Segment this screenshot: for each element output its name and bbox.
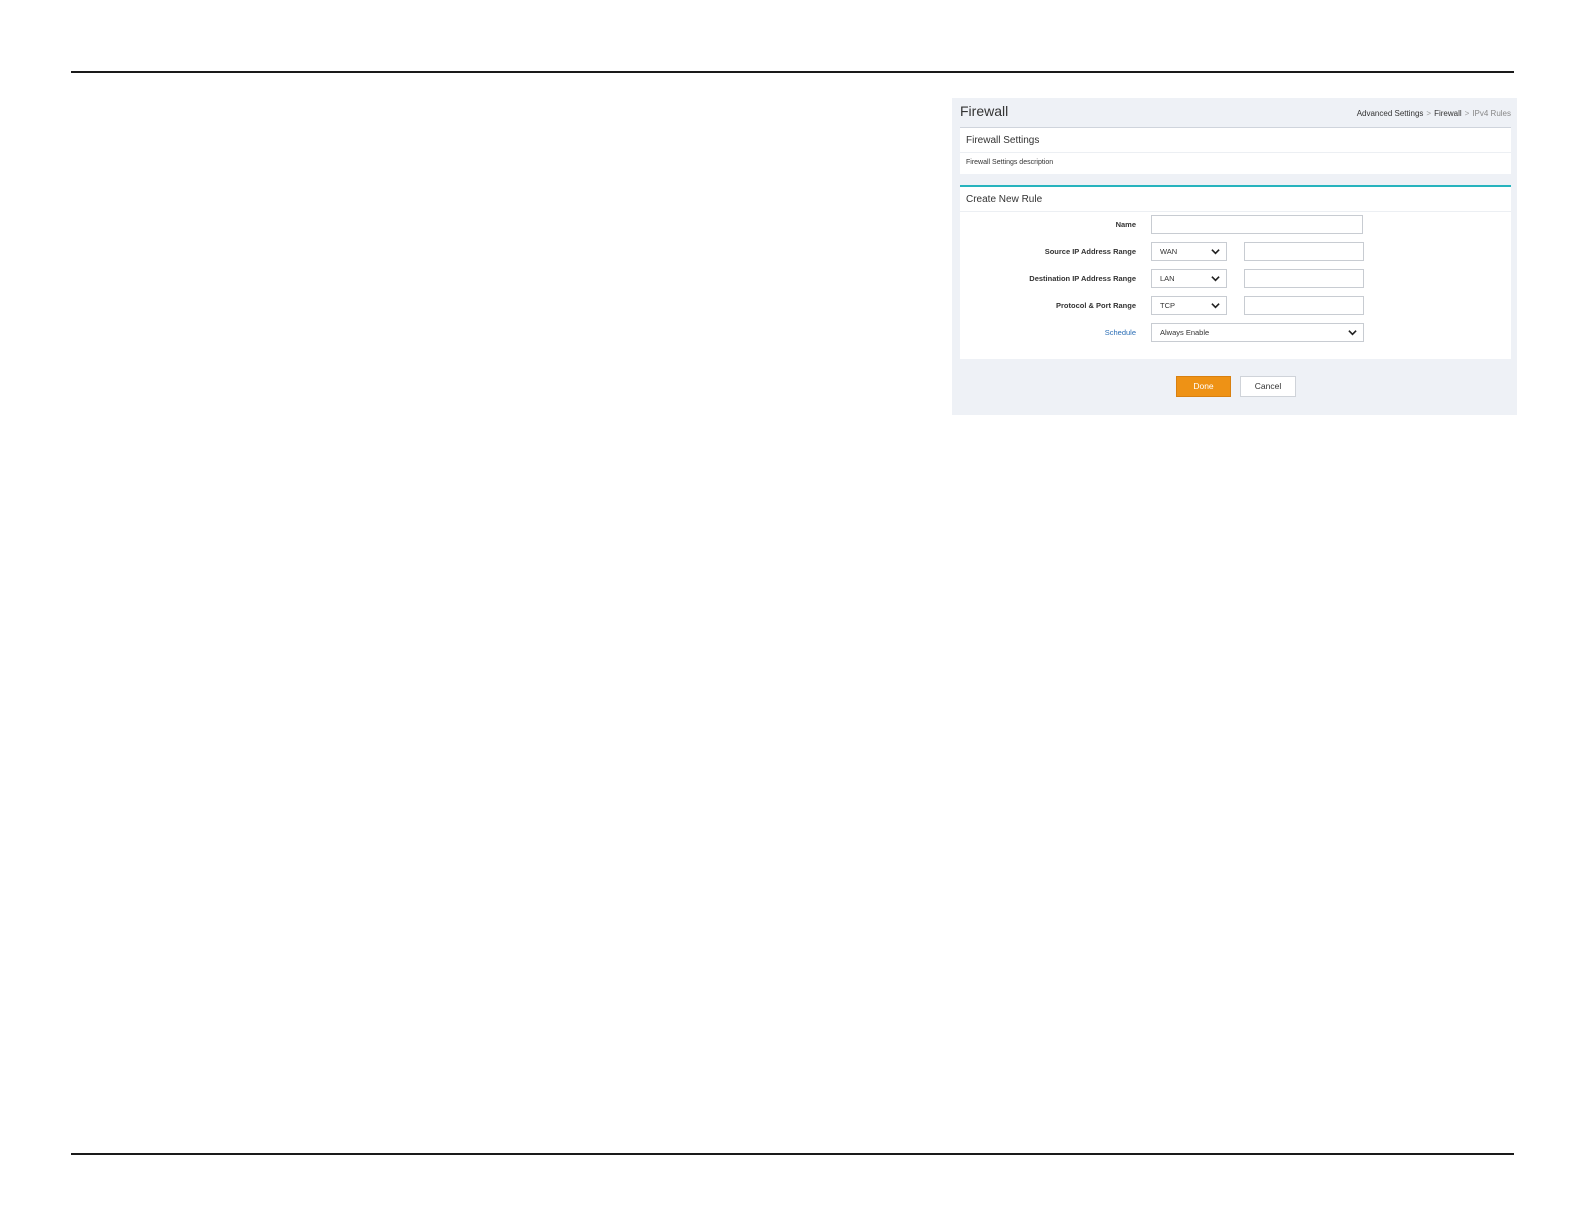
panel-header: Firewall Advanced Settings > Firewall > IPv4… <box>952 98 1517 128</box>
breadcrumb-advanced-settings[interactable]: Advanced Settings <box>1357 109 1424 118</box>
schedule-row: Schedule Always Enable <box>960 323 1511 343</box>
port-range-input[interactable] <box>1244 296 1364 315</box>
breadcrumb-separator: > <box>1426 109 1432 118</box>
destination-ip-row: Destination IP Address Range LAN <box>960 269 1511 289</box>
chevron-down-icon <box>1211 303 1220 309</box>
page-top-rule <box>71 71 1514 73</box>
protocol-select[interactable]: TCP <box>1151 296 1227 315</box>
schedule-select-value: Always Enable <box>1160 328 1210 337</box>
name-label: Name <box>1115 220 1136 229</box>
source-ip-row: Source IP Address Range WAN <box>960 242 1511 262</box>
chevron-down-icon <box>1211 276 1220 282</box>
protocol-label: Protocol & Port Range <box>1055 301 1136 310</box>
schedule-select[interactable]: Always Enable <box>1151 323 1364 342</box>
breadcrumb-separator: > <box>1464 109 1470 118</box>
destination-ip-range-input[interactable] <box>1244 269 1364 288</box>
page-title: Firewall <box>960 103 1009 119</box>
create-rule-heading: Create New Rule <box>960 187 1511 212</box>
protocol-select-value: TCP <box>1160 301 1175 310</box>
firewall-panel: Firewall Advanced Settings > Firewall > IPv4… <box>952 98 1517 415</box>
breadcrumb-firewall[interactable]: Firewall <box>1434 109 1462 118</box>
done-button[interactable]: Done <box>1176 376 1231 397</box>
schedule-link[interactable]: Schedule <box>1105 328 1136 337</box>
source-ip-range-input[interactable] <box>1244 242 1364 261</box>
page-bottom-rule <box>71 1153 1514 1155</box>
destination-ip-select[interactable]: LAN <box>1151 269 1227 288</box>
firewall-settings-description: Firewall Settings description <box>966 159 1054 166</box>
name-row: Name <box>960 215 1511 235</box>
create-rule-card: Create New Rule Name Source IP Address R… <box>960 185 1511 359</box>
breadcrumb-ipv4-rules: IPv4 Rules <box>1472 109 1511 118</box>
protocol-row: Protocol & Port Range TCP <box>960 296 1511 316</box>
chevron-down-icon <box>1348 330 1357 336</box>
cancel-button[interactable]: Cancel <box>1240 376 1296 397</box>
destination-ip-select-value: LAN <box>1160 274 1175 283</box>
firewall-settings-heading: Firewall Settings <box>960 128 1511 153</box>
source-ip-label: Source IP Address Range <box>1044 247 1136 256</box>
source-ip-select[interactable]: WAN <box>1151 242 1227 261</box>
firewall-settings-card: Firewall Settings Firewall Settings desc… <box>960 127 1511 174</box>
chevron-down-icon <box>1211 249 1220 255</box>
destination-ip-label: Destination IP Address Range <box>1029 274 1136 283</box>
source-ip-select-value: WAN <box>1160 247 1178 256</box>
breadcrumb: Advanced Settings > Firewall > IPv4 Rules <box>1357 109 1511 118</box>
name-input[interactable] <box>1151 215 1363 234</box>
